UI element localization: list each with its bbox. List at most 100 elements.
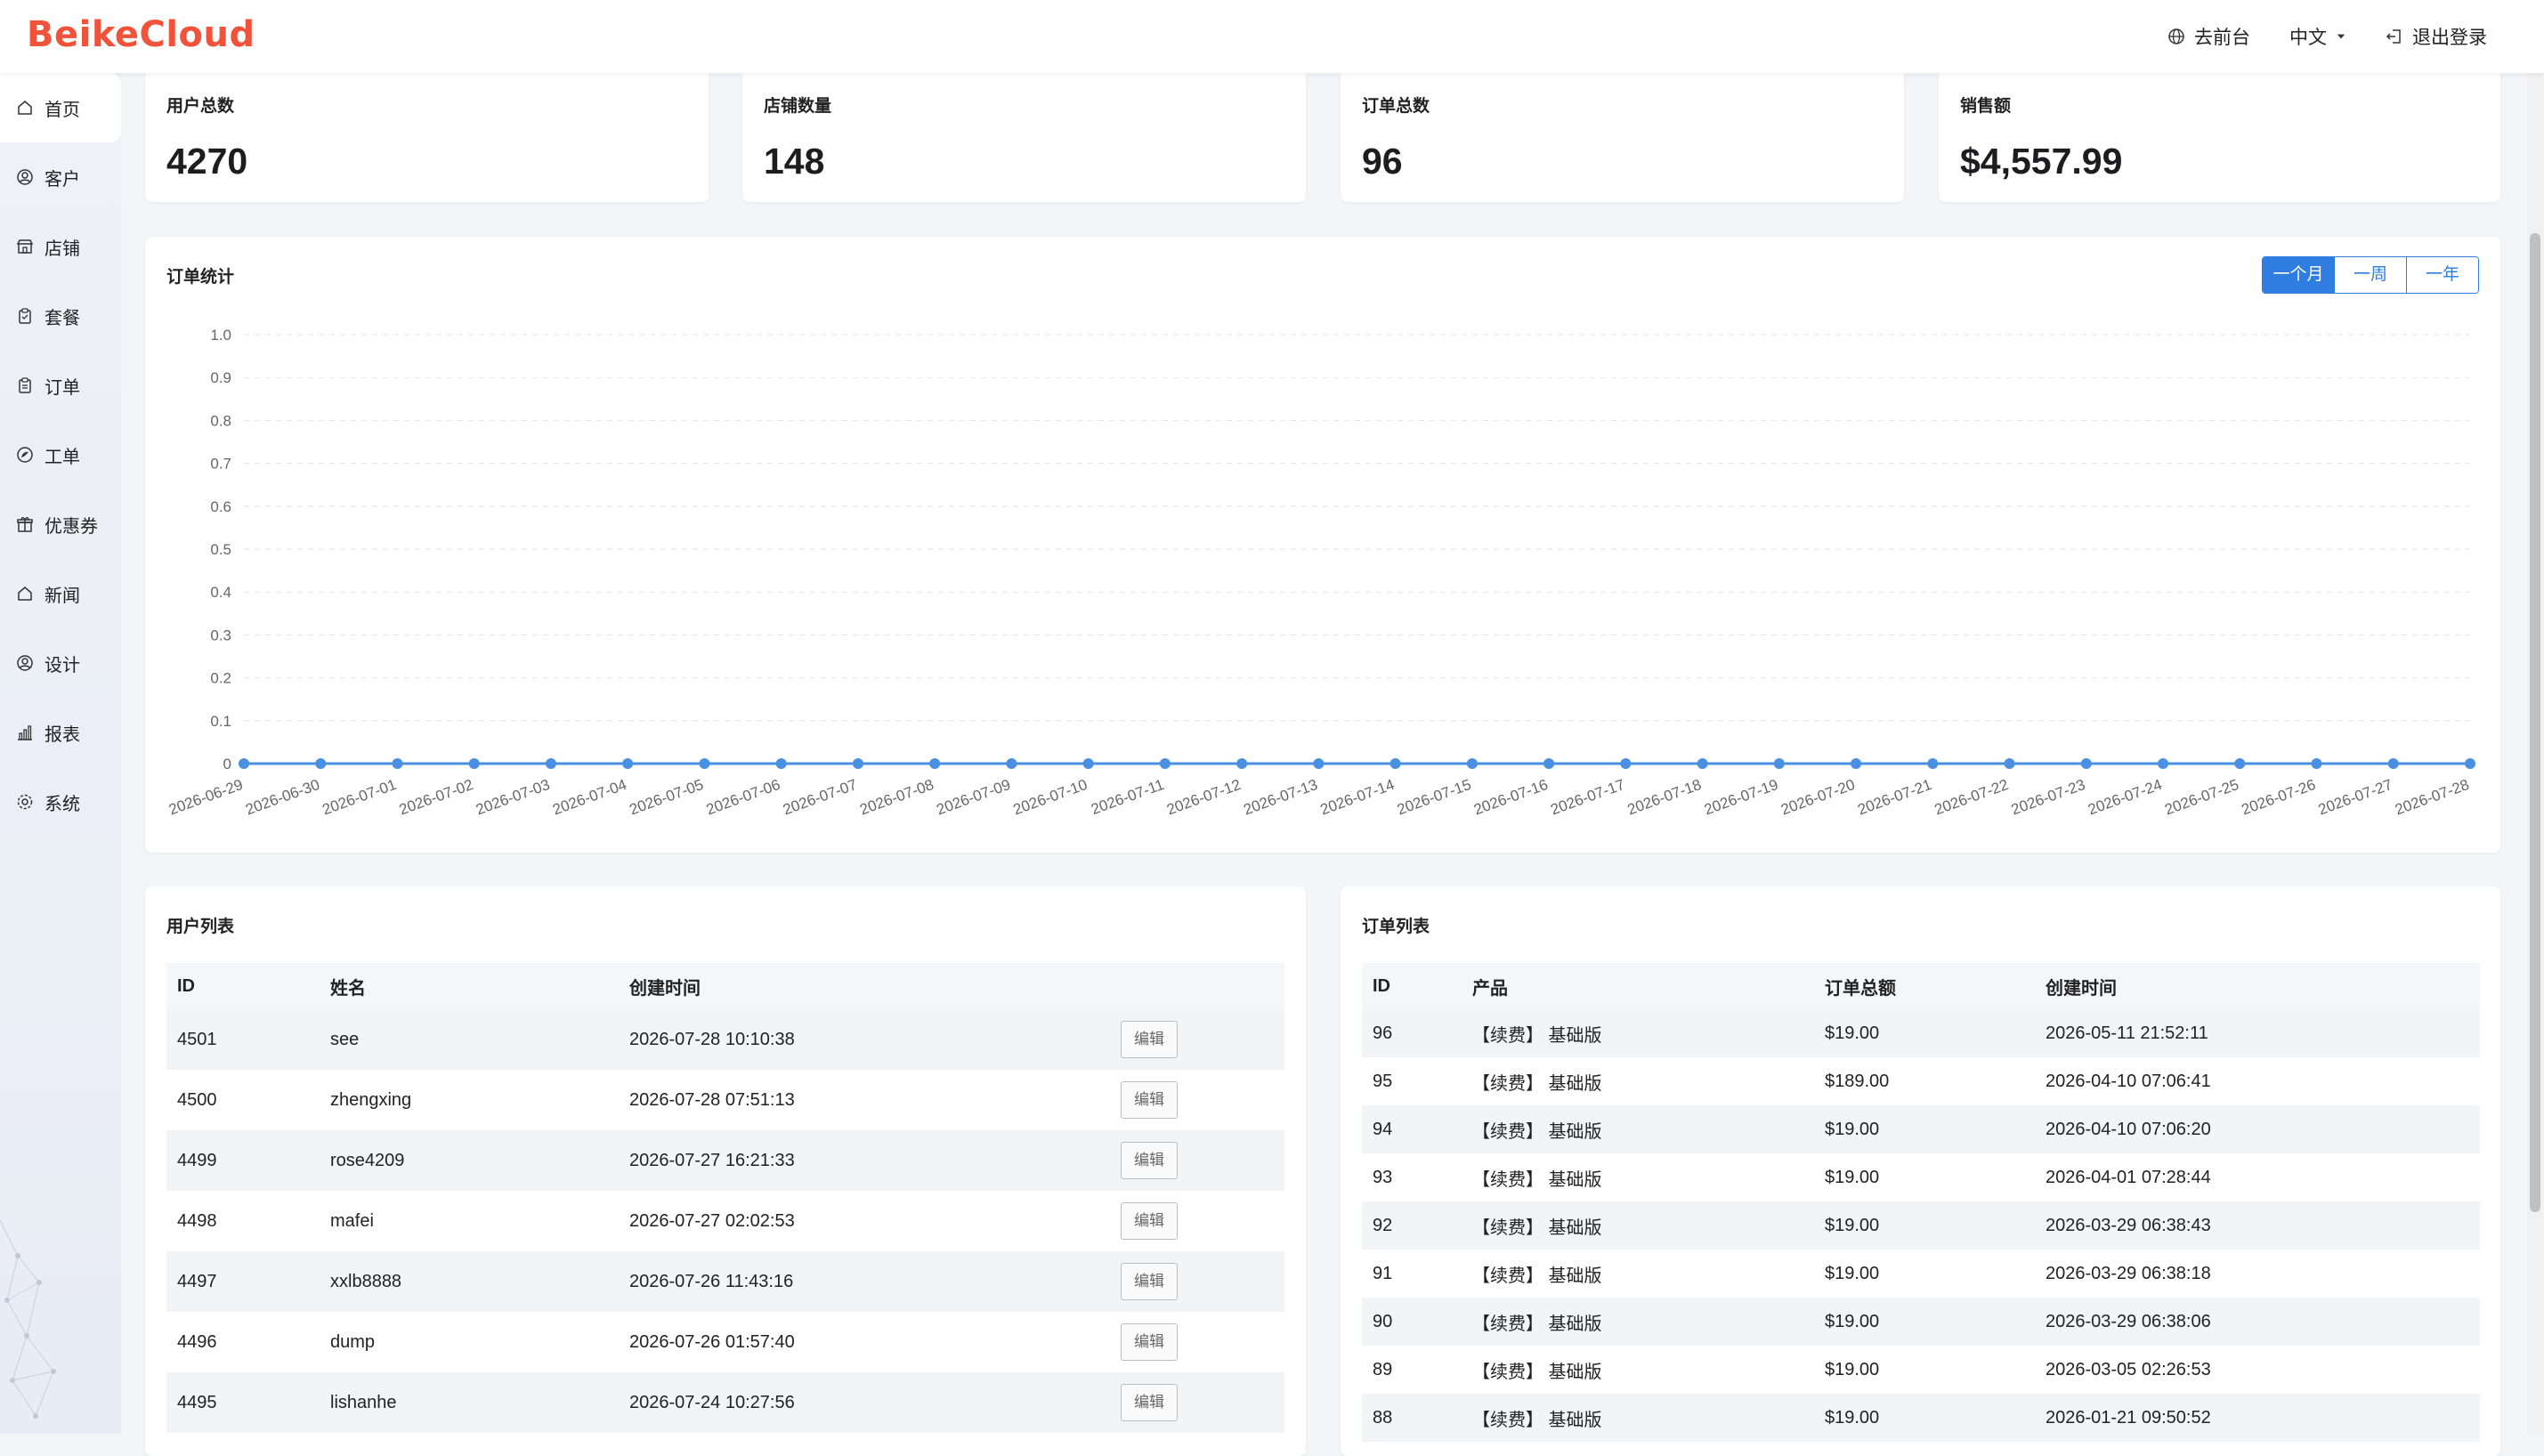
cell-actions: 编辑 [1110,1251,1284,1312]
design-icon [17,655,33,671]
go-frontend-link[interactable]: 去前台 [2167,23,2250,50]
data-point[interactable] [852,758,863,769]
table-row: 4495 lishanhe 2026-07-24 10:27:56 编辑 [166,1372,1284,1433]
data-point[interactable] [1543,758,1555,769]
user-circle-icon [17,169,33,185]
edit-button[interactable]: 编辑 [1121,1142,1178,1179]
data-point[interactable] [1159,758,1171,769]
cell-product: 【续费】 基础版 [1462,1394,1814,1442]
cell-total: $19.00 [1814,1394,2035,1442]
cell-name: mafei [330,1210,374,1231]
language-label: 中文 [2289,28,2327,48]
data-point[interactable] [1620,758,1632,769]
data-point[interactable] [1313,758,1325,769]
data-point[interactable] [315,758,327,769]
sidebar-item-label: 系统 [45,794,80,814]
sidebar-item-reports[interactable]: 报表 [0,698,121,767]
sidebar-item-design[interactable]: 设计 [0,628,121,698]
cell-product: 【续费】 基础版 [1472,1266,1602,1286]
y-tick-label: 0.1 [210,713,231,730]
sidebar-item-news[interactable]: 新闻 [0,559,121,628]
sidebar-item-stores[interactable]: 店铺 [0,212,121,281]
edit-button[interactable]: 编辑 [1121,1384,1178,1421]
x-tick-label: 2026-07-25 [2162,776,2240,819]
data-point[interactable] [2080,758,2092,769]
stat-value: 4270 [166,141,248,182]
cell-total: $19.00 [1825,1263,1880,1283]
edit-button[interactable]: 编辑 [1121,1021,1178,1058]
data-point[interactable] [2234,758,2246,769]
data-point[interactable] [1466,758,1478,769]
clipboard-icon [19,308,31,324]
x-tick-label: 2026-07-02 [397,776,475,819]
data-point[interactable] [699,758,710,769]
data-point[interactable] [929,758,941,769]
data-point[interactable] [1773,758,1785,769]
user-list-card: 用户列表 ID 姓名 创建时间 4501 see 2026-07-28 10:10:… [145,886,1306,1456]
language-dropdown[interactable]: 中文 [2289,23,2346,50]
data-point[interactable] [545,758,556,769]
data-point[interactable] [2387,758,2399,769]
sidebar-item-tickets[interactable]: 工单 [0,420,121,489]
column-header-id: ID [166,963,320,1009]
table-row: 4498 mafei 2026-07-27 02:02:53 编辑 [166,1191,1284,1251]
cell-product: 【续费】 基础版 [1472,1169,1602,1190]
data-point[interactable] [239,758,249,769]
sidebar-item-coupons[interactable]: 优惠券 [0,489,121,559]
x-tick-label: 2026-07-18 [1625,776,1704,819]
data-point[interactable] [1851,758,1862,769]
cell-name: see [320,1009,619,1070]
y-tick-label: 0 [223,756,231,772]
cell-created: 2026-03-05 02:26:53 [2046,1359,2211,1379]
data-point[interactable] [392,758,403,769]
logout-button[interactable]: 退出登录 [2386,23,2487,50]
data-point[interactable] [1697,758,1708,769]
x-tick-label: 2026-07-03 [474,776,552,819]
cell-created: 2026-07-28 07:51:13 [629,1089,795,1110]
data-point[interactable] [2158,758,2169,769]
cell-product: 【续费】 基础版 [1462,1298,1814,1346]
x-tick-label: 2026-07-17 [1548,776,1626,819]
data-point[interactable] [468,758,480,769]
data-point[interactable] [2004,758,2015,769]
edit-button[interactable]: 编辑 [1121,1202,1178,1240]
table-row: 89 【续费】 基础版 $19.00 2026-03-05 02:26:53 [1362,1346,2480,1394]
scrollbar-thumb[interactable] [2530,233,2540,1212]
cell-id: 95 [1373,1071,1393,1091]
sidebar-item-system[interactable]: 系统 [0,767,121,837]
data-point[interactable] [1082,758,1094,769]
table-row: 95 【续费】 基础版 $189.00 2026-04-10 07:06:41 [1362,1057,2480,1105]
card-title: 订单列表 [1362,918,1430,936]
data-point[interactable] [1006,758,1017,769]
table-row: 93 【续费】 基础版 $19.00 2026-04-01 07:28:44 [1362,1153,2480,1201]
cell-created: 2026-03-29 06:38:18 [2046,1263,2211,1283]
cell-id: 92 [1362,1201,1462,1250]
data-point[interactable] [775,758,787,769]
data-point[interactable] [2311,758,2322,769]
table-row: 4496 dump 2026-07-26 01:57:40 编辑 [166,1312,1284,1372]
sidebar-item-orders[interactable]: 订单 [0,351,121,420]
data-point[interactable] [1236,758,1248,769]
data-point[interactable] [1927,758,1939,769]
cell-created: 2026-05-11 21:52:11 [2035,1009,2480,1057]
sidebar-item-packages[interactable]: 套餐 [0,281,121,351]
cell-actions: 编辑 [1110,1130,1284,1191]
data-point[interactable] [1389,758,1401,769]
cell-created: 2026-04-01 07:28:44 [2046,1167,2211,1187]
cell-product: 【续费】 基础版 [1462,1201,1814,1250]
data-point[interactable] [2465,758,2475,769]
cell-created: 2026-07-27 02:02:53 [629,1210,795,1231]
y-tick-label: 0.9 [210,369,231,386]
cell-total: $189.00 [1825,1071,1890,1091]
logo[interactable]: BeikeCloud [27,14,255,55]
sidebar-item-home[interactable]: 首页 [0,73,121,142]
page-scrollbar[interactable] [2526,73,2544,1434]
edit-button[interactable]: 编辑 [1121,1081,1178,1119]
caret-down-icon [2337,34,2346,39]
sidebar-item-label: 报表 [45,724,80,745]
sidebar-item-customers[interactable]: 客户 [0,142,121,212]
edit-button[interactable]: 编辑 [1121,1323,1178,1361]
edit-button[interactable]: 编辑 [1121,1263,1178,1300]
data-point[interactable] [622,758,634,769]
cell-id: 93 [1373,1167,1393,1187]
